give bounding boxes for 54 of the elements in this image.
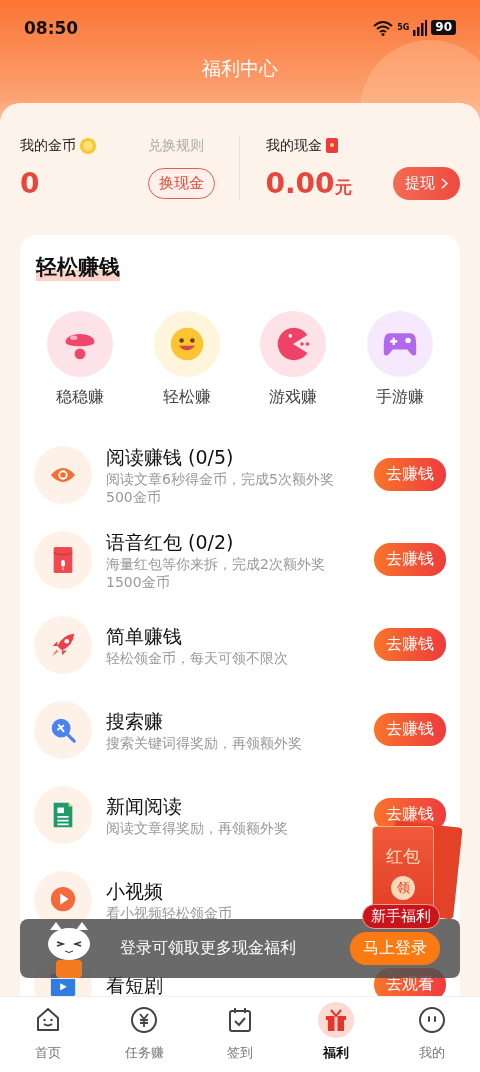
packet-title: 红包 — [386, 845, 420, 868]
task-description: 轻松领金币，每天可领不限次 — [106, 648, 288, 667]
task-description: 看小视频轻松领金币 — [106, 903, 232, 922]
task-description: 搜索关键词得奖励，再领额外奖 — [106, 733, 302, 752]
task-title: 语音红包 (0/2) — [106, 529, 234, 555]
battery-level: 90 — [431, 20, 456, 35]
calendar-check-icon — [226, 1006, 254, 1034]
network-type: 5G — [397, 23, 410, 32]
earn-button[interactable]: 去赚钱 — [374, 458, 446, 491]
tab-item[interactable]: 任务赚 — [96, 997, 192, 1072]
tab-item[interactable]: 签到 — [192, 997, 288, 1072]
tab-item[interactable]: 我的 — [384, 997, 480, 1072]
wifi-icon — [373, 19, 394, 36]
task-title: 简单赚钱 — [106, 623, 182, 649]
task-description: 阅读文章6秒得金币，完成5次额外奖500金币 — [106, 469, 335, 506]
chevron-icon — [441, 177, 448, 189]
login-button[interactable]: 马上登录 — [350, 932, 440, 965]
login-prompt: 登录可领取更多现金福利 — [120, 938, 297, 959]
shortcut-button[interactable]: 游戏赚 — [247, 311, 340, 408]
shortcut-button[interactable]: 手游赚 — [353, 311, 446, 408]
withdraw-button[interactable]: 提现 — [393, 166, 460, 200]
earn-button[interactable]: 去赚钱 — [374, 543, 446, 576]
task-title: 阅读赚钱 (0/5) — [106, 444, 234, 470]
pacman-icon — [275, 326, 312, 362]
play-icon — [49, 885, 77, 914]
tab-item[interactable]: 首页 — [0, 997, 96, 1072]
task-description: 海量红包等你来拆，完成2次额外奖1500金币 — [106, 554, 326, 591]
earn-button[interactable]: 去赚钱 — [374, 713, 446, 746]
coin-icon — [79, 136, 97, 155]
task-description: 阅读文章得奖励，再领额外奖 — [106, 818, 288, 837]
newbie-bonus-label: 新手福利 — [362, 904, 440, 929]
task-title: 新闻阅读 — [106, 793, 182, 819]
earn-button[interactable]: 去赚钱 — [374, 628, 446, 661]
task-title: 小视频 — [106, 878, 163, 904]
packet-seal: 领 — [391, 876, 415, 900]
tab-item[interactable]: 福利 — [288, 997, 384, 1072]
task-title: 看短剧 — [106, 972, 163, 997]
task-title: 搜索赚 — [106, 708, 163, 734]
yen-coin-icon — [130, 1006, 158, 1034]
cash-value: 0.00元 — [265, 166, 353, 200]
shortcut-button[interactable]: 轻松赚 — [140, 311, 233, 408]
coins-label: 我的金币 — [20, 136, 76, 155]
page-title: 福利中心 — [201, 56, 279, 81]
smiley-icon — [168, 326, 205, 362]
signal-icon — [413, 19, 428, 36]
exchange-cash-button[interactable]: 换现金 — [147, 167, 215, 199]
coins-value: 0 — [20, 166, 41, 200]
section-title: 轻松赚钱 — [36, 253, 120, 281]
home-icon — [34, 1006, 62, 1034]
shortcut-button[interactable]: 稳稳赚 — [34, 311, 126, 408]
status-time: 08:50 — [24, 17, 79, 38]
envelope-icon — [324, 137, 339, 154]
profile-face-icon — [418, 1006, 446, 1034]
cash-label: 我的现金 — [265, 136, 322, 155]
